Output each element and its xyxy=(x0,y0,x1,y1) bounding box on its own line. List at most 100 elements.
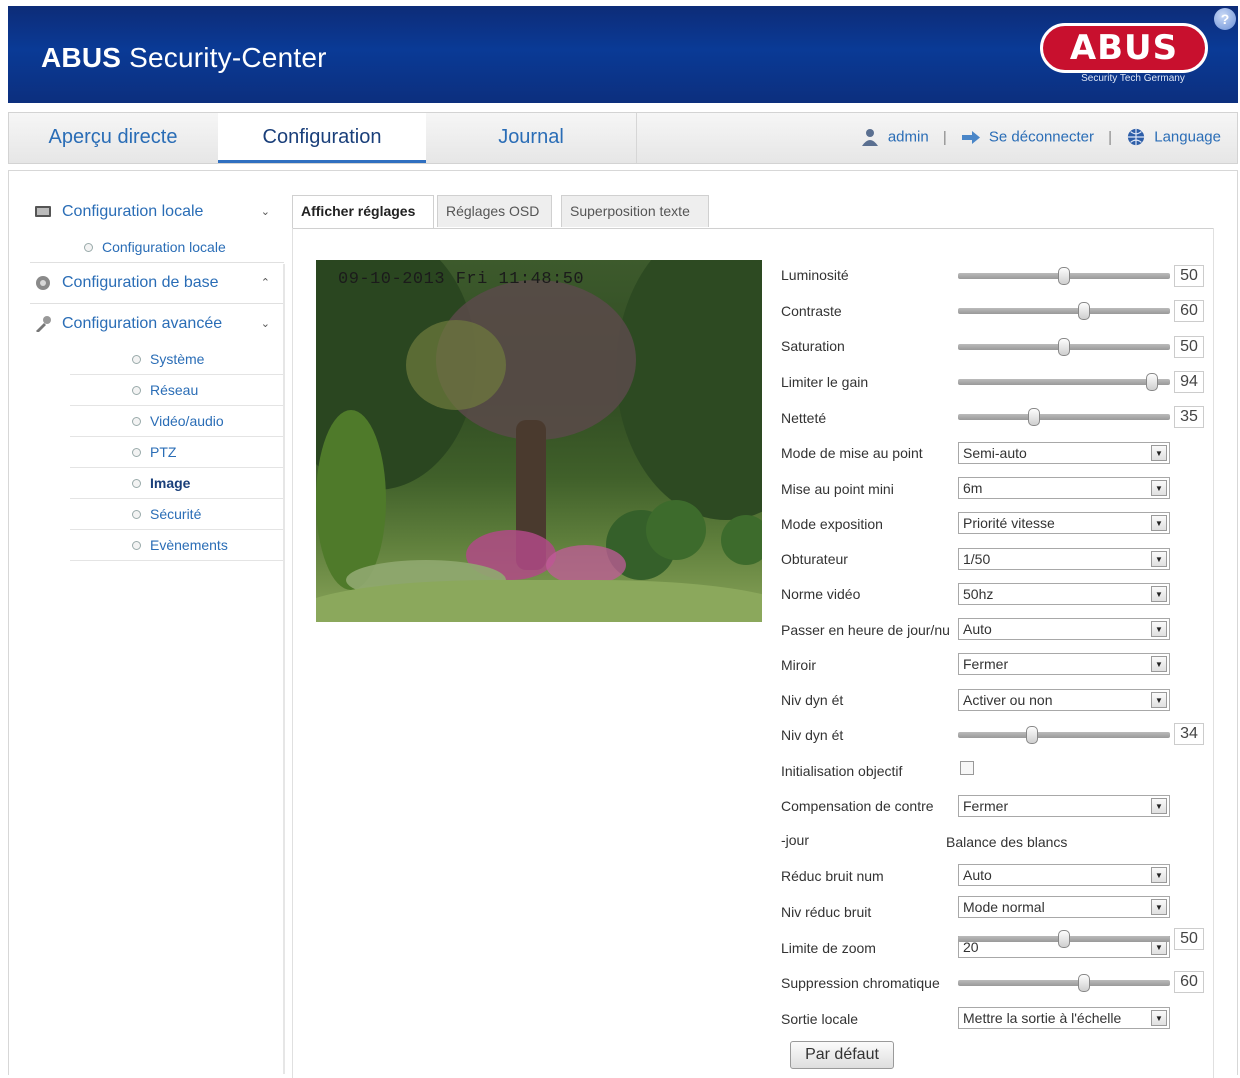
local-out-select[interactable]: Mettre la sortie à l'échelle ▼ xyxy=(958,1007,1170,1029)
dnr-level-label: Niv réduc bruit xyxy=(781,904,872,920)
luminosite-slider[interactable] xyxy=(958,267,1170,285)
sidebar-item-evenements[interactable]: Evènements xyxy=(70,530,284,561)
mirror-select[interactable]: Fermer ▼ xyxy=(958,653,1170,675)
dnr-level-select[interactable]: Mode normal ▼ xyxy=(958,896,1170,918)
dropdown-arrow-icon[interactable]: ▼ xyxy=(1151,1010,1167,1026)
slider-handle[interactable] xyxy=(1058,930,1070,948)
select-value: Auto xyxy=(963,867,992,883)
app-title: ABUS Security-Center xyxy=(41,42,327,73)
sidebar-item-image[interactable]: Image xyxy=(70,468,284,499)
shrub-shape xyxy=(646,500,706,560)
dropdown-arrow-icon[interactable]: ▼ xyxy=(1151,551,1167,567)
tab-reglages-osd[interactable]: Réglages OSD xyxy=(437,195,552,227)
language-link[interactable]: Language xyxy=(1154,129,1221,146)
contraste-slider[interactable] xyxy=(958,302,1170,320)
wdr-level-slider[interactable] xyxy=(958,726,1170,744)
monitor-icon xyxy=(35,206,51,217)
dropdown-arrow-icon[interactable]: ▼ xyxy=(1151,515,1167,531)
dropdown-arrow-icon[interactable]: ▼ xyxy=(1151,586,1167,602)
tab-apercu-directe[interactable]: Aperçu directe xyxy=(9,113,217,163)
dropdown-arrow-icon[interactable]: ▼ xyxy=(1151,480,1167,496)
jour-label: -jour xyxy=(781,832,810,848)
shrub-shape xyxy=(721,515,762,565)
dropdown-arrow-icon[interactable]: ▼ xyxy=(1151,798,1167,814)
gain-label: Limiter le gain xyxy=(781,374,869,390)
user-icon xyxy=(861,129,878,147)
chroma-slider[interactable] xyxy=(958,974,1170,992)
contraste-value[interactable]: 60 xyxy=(1174,300,1204,322)
wdr-level-value[interactable]: 34 xyxy=(1174,723,1204,745)
bullet-icon xyxy=(132,386,141,395)
select-value: 6m xyxy=(963,480,983,496)
select-value: 50hz xyxy=(963,586,994,602)
default-button[interactable]: Par défaut xyxy=(790,1041,894,1069)
tab-configuration[interactable]: Configuration xyxy=(218,113,426,163)
sidebar-item-video-audio[interactable]: Vidéo/audio xyxy=(70,406,284,437)
chroma-value[interactable]: 60 xyxy=(1174,971,1204,993)
dropdown-arrow-icon[interactable]: ▼ xyxy=(1151,899,1167,915)
slider-handle[interactable] xyxy=(1146,373,1158,391)
min-focus-select[interactable]: 6m ▼ xyxy=(958,477,1170,499)
exposure-select[interactable]: Priorité vitesse ▼ xyxy=(958,512,1170,534)
sidebar-group-base[interactable]: Configuration de base ⌃ xyxy=(22,263,284,303)
daynight-select[interactable]: Auto ▼ xyxy=(958,618,1170,640)
sidebar-group-label: Configuration avancée xyxy=(62,315,223,332)
slider-handle[interactable] xyxy=(1058,267,1070,285)
sidebar-item-ptz[interactable]: PTZ xyxy=(70,437,284,468)
bullet-icon xyxy=(132,417,141,426)
sidebar-group-local[interactable]: Configuration locale ⌄ xyxy=(22,192,284,232)
gain-slider[interactable] xyxy=(958,373,1170,391)
zoom-limit-slider[interactable] xyxy=(958,930,1170,948)
saturation-value[interactable]: 50 xyxy=(1174,336,1204,358)
logout-link[interactable]: Se déconnecter xyxy=(989,129,1094,146)
sidebar-item-systeme[interactable]: Système xyxy=(70,344,284,375)
dropdown-arrow-icon[interactable]: ▼ xyxy=(1151,445,1167,461)
tab-superposition-texte[interactable]: Superposition texte xyxy=(561,195,709,227)
admin-link[interactable]: admin xyxy=(888,129,929,146)
sidebar-item-label: Configuration locale xyxy=(102,239,226,255)
dropdown-arrow-icon[interactable]: ▼ xyxy=(1151,867,1167,883)
help-icon[interactable]: ? xyxy=(1214,8,1236,30)
app-header: ABUS Security-Center ABUS Security Tech … xyxy=(8,6,1238,103)
select-value: Activer ou non xyxy=(963,692,1053,708)
backlight-label: Compensation de contre xyxy=(781,798,934,814)
chevron-up-icon: ⌃ xyxy=(260,277,270,289)
shutter-select[interactable]: 1/50 ▼ xyxy=(958,548,1170,570)
slider-handle[interactable] xyxy=(1078,974,1090,992)
zoom-limit-value[interactable]: 50 xyxy=(1174,928,1204,950)
sidebar-item-label: Système xyxy=(150,351,205,367)
dropdown-arrow-icon[interactable]: ▼ xyxy=(1151,692,1167,708)
slider-handle[interactable] xyxy=(1028,408,1040,426)
nettete-value[interactable]: 35 xyxy=(1174,406,1204,428)
main-nav: Aperçu directe Configuration Journal adm… xyxy=(8,112,1238,164)
sidebar-item-label: Sécurité xyxy=(150,506,202,522)
focus-mode-select[interactable]: Semi-auto ▼ xyxy=(958,442,1170,464)
tab-journal[interactable]: Journal xyxy=(427,113,635,163)
nettete-slider[interactable] xyxy=(958,408,1170,426)
slider-handle[interactable] xyxy=(1058,338,1070,356)
tab-afficher-reglages[interactable]: Afficher réglages xyxy=(292,195,434,229)
daynight-label: Passer en heure de jour/nu xyxy=(781,622,950,638)
gain-value[interactable]: 94 xyxy=(1174,371,1204,393)
dropdown-arrow-icon[interactable]: ▼ xyxy=(1151,621,1167,637)
chroma-label: Suppression chromatique xyxy=(781,975,940,991)
flower-bed-shape xyxy=(546,545,626,585)
nettete-label: Netteté xyxy=(781,410,827,426)
sidebar-item-securite[interactable]: Sécurité xyxy=(70,499,284,530)
slider-handle[interactable] xyxy=(1026,726,1038,744)
slider-handle[interactable] xyxy=(1078,302,1090,320)
nav-user-area: admin | Se déconnecter | Language xyxy=(860,128,1221,147)
foliage-shape xyxy=(616,260,762,520)
lens-init-checkbox[interactable] xyxy=(960,761,974,775)
sidebar-group-advanced[interactable]: Configuration avancée ⌄ xyxy=(22,304,284,344)
panel-border xyxy=(1213,228,1214,1078)
wdr-mode-select[interactable]: Activer ou non ▼ xyxy=(958,689,1170,711)
sidebar-item-local-config[interactable]: Configuration locale xyxy=(22,232,284,262)
dnr-select[interactable]: Auto ▼ xyxy=(958,864,1170,886)
saturation-slider[interactable] xyxy=(958,338,1170,356)
dropdown-arrow-icon[interactable]: ▼ xyxy=(1151,656,1167,672)
sidebar-item-reseau[interactable]: Réseau xyxy=(70,375,284,406)
video-std-select[interactable]: 50hz ▼ xyxy=(958,583,1170,605)
backlight-select[interactable]: Fermer ▼ xyxy=(958,795,1170,817)
luminosite-value[interactable]: 50 xyxy=(1174,265,1204,287)
